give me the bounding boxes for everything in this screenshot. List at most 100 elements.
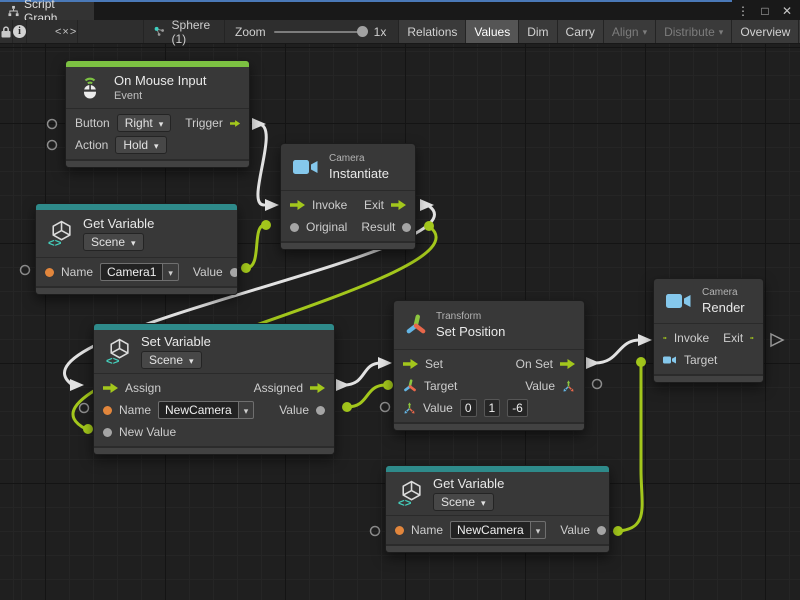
assign-port-label: Assign (125, 381, 161, 395)
flow-arrow-icon[interactable] (391, 200, 406, 210)
node-header[interactable]: Transform Set Position (394, 301, 584, 349)
button-dropdown[interactable]: Right▾ (117, 114, 172, 132)
camera-icon (292, 157, 320, 177)
port-row-name-value: Name NewCamera ▾ Value (386, 519, 609, 541)
port-row-set: Set On Set (394, 353, 584, 375)
value-port-label: Value (193, 265, 223, 279)
port-row-action: Action Hold▾ (66, 134, 249, 156)
node-set-variable[interactable]: <> Set Variable Scene▾ Assign Assigned N… (93, 323, 335, 455)
vector3-icon[interactable] (403, 402, 416, 415)
string-port[interactable] (103, 406, 112, 415)
node-set-position[interactable]: Transform Set Position Set On Set (393, 300, 585, 431)
lock-button[interactable] (0, 20, 13, 43)
dim-button[interactable]: Dim (519, 20, 557, 43)
zoom-slider-handle[interactable] (357, 26, 368, 37)
button-port-label: Button (75, 116, 110, 130)
focus-indicator (0, 0, 732, 2)
node-header[interactable]: On Mouse Input Event (66, 67, 249, 108)
variable-name-field[interactable]: NewCamera ▾ (450, 521, 546, 539)
flow-arrow-icon[interactable] (230, 118, 240, 129)
camera-icon (665, 291, 693, 311)
flow-arrow-icon[interactable] (560, 359, 575, 369)
chevron-down-icon: ▾ (168, 269, 173, 278)
code-view-button[interactable]: <×> (55, 20, 78, 43)
menu-kebab-icon[interactable]: ⋮ (734, 2, 752, 19)
value-in-port-label: Value (423, 401, 453, 415)
invoke-port-label: Invoke (312, 198, 347, 212)
info-button[interactable]: i (13, 20, 27, 43)
value-port[interactable] (290, 223, 299, 232)
node-get-variable-camera1[interactable]: <> Get Variable Scene▾ Name Camera1 ▾ Va… (35, 203, 238, 295)
flow-arrow-icon[interactable] (290, 200, 305, 210)
flow-arrow-icon[interactable] (403, 359, 418, 369)
node-kind: Camera (702, 287, 745, 298)
variable-picker-button[interactable]: ▾ (530, 521, 547, 539)
value-port[interactable] (316, 406, 325, 415)
close-icon[interactable]: ✕ (778, 2, 796, 19)
value-port[interactable] (597, 526, 606, 535)
variable-name-field[interactable]: NewCamera ▾ (158, 401, 254, 419)
variable-picker-button[interactable]: ▾ (238, 401, 255, 419)
relations-button[interactable]: Relations (399, 20, 466, 43)
overview-button[interactable]: Overview (732, 20, 799, 43)
maximize-icon[interactable]: □ (756, 2, 774, 19)
port-row-invoke-exit: Invoke Exit (281, 194, 415, 216)
name-port-label: Name (61, 265, 93, 279)
node-header[interactable]: Camera Instantiate (281, 144, 415, 190)
string-port[interactable] (45, 268, 54, 277)
values-button[interactable]: Values (466, 20, 519, 43)
chevron-down-icon: ▾ (536, 527, 541, 536)
vector3-icon[interactable] (562, 380, 575, 393)
value-port[interactable] (402, 223, 411, 232)
svg-text:<>: <> (106, 355, 120, 365)
transform-icon[interactable] (403, 379, 417, 393)
flow-arrow-icon[interactable] (103, 383, 118, 393)
vector-z-field[interactable]: -6 (507, 399, 528, 417)
node-header[interactable]: <> Get Variable Scene▾ (36, 210, 237, 257)
assigned-port-label: Assigned (254, 381, 303, 395)
node-header[interactable]: <> Set Variable Scene▾ (94, 330, 334, 373)
flow-arrow-icon[interactable] (750, 333, 754, 343)
scope-dropdown[interactable]: Scene▾ (141, 351, 202, 369)
chevron-down-icon: ▾ (189, 357, 194, 366)
align-dropdown[interactable]: Align▾ (604, 20, 656, 43)
variable-unity-icon: <> (105, 338, 132, 365)
node-footer (66, 159, 249, 167)
scope-dropdown[interactable]: Scene▾ (433, 493, 494, 511)
vector-y-field[interactable]: 1 (484, 399, 501, 417)
value-port[interactable] (230, 268, 238, 277)
port-row-new-value: New Value (94, 421, 334, 443)
scope-dropdown[interactable]: Scene▾ (83, 233, 144, 251)
variable-name-field[interactable]: Camera1 ▾ (100, 263, 179, 281)
result-port-label: Result (361, 220, 395, 234)
action-dropdown[interactable]: Hold▾ (115, 136, 166, 154)
port-row-name-value: Name NewCamera ▾ Value (94, 399, 334, 421)
node-header[interactable]: <> Get Variable Scene▾ (386, 472, 609, 515)
value-port-label: Value (279, 403, 309, 417)
graph-context-breadcrumb[interactable]: Sphere (1) (143, 20, 225, 43)
node-title: Instantiate (329, 166, 389, 181)
node-header[interactable]: Camera Render (654, 279, 763, 323)
tab-script-graph[interactable]: Script Graph (0, 2, 94, 20)
node-on-mouse-input[interactable]: On Mouse Input Event Button Right▾ Trigg… (65, 60, 250, 168)
value-port[interactable] (103, 428, 112, 437)
flow-arrow-icon[interactable] (310, 383, 325, 393)
node-camera-instantiate[interactable]: Camera Instantiate Invoke Exit Original … (280, 143, 416, 250)
variable-picker-button[interactable]: ▾ (162, 263, 179, 281)
onset-port-label: On Set (516, 357, 553, 371)
node-title: Set Position (436, 324, 505, 339)
graph-icon (8, 5, 19, 17)
svg-text:<>: <> (48, 237, 62, 247)
camera-icon[interactable] (663, 355, 677, 365)
zoom-slider[interactable] (274, 31, 366, 33)
value-out-port-label: Value (525, 379, 555, 393)
node-get-variable-newcamera[interactable]: <> Get Variable Scene▾ Name NewCamera ▾ … (385, 465, 610, 553)
flow-arrow-icon[interactable] (663, 333, 667, 343)
node-footer (36, 286, 237, 294)
carry-button[interactable]: Carry (558, 20, 604, 43)
distribute-dropdown[interactable]: Distribute▾ (656, 20, 732, 43)
string-port[interactable] (395, 526, 404, 535)
node-camera-render[interactable]: Camera Render Invoke Exit Target (653, 278, 764, 383)
name-port-label: Name (119, 403, 151, 417)
vector-x-field[interactable]: 0 (460, 399, 477, 417)
